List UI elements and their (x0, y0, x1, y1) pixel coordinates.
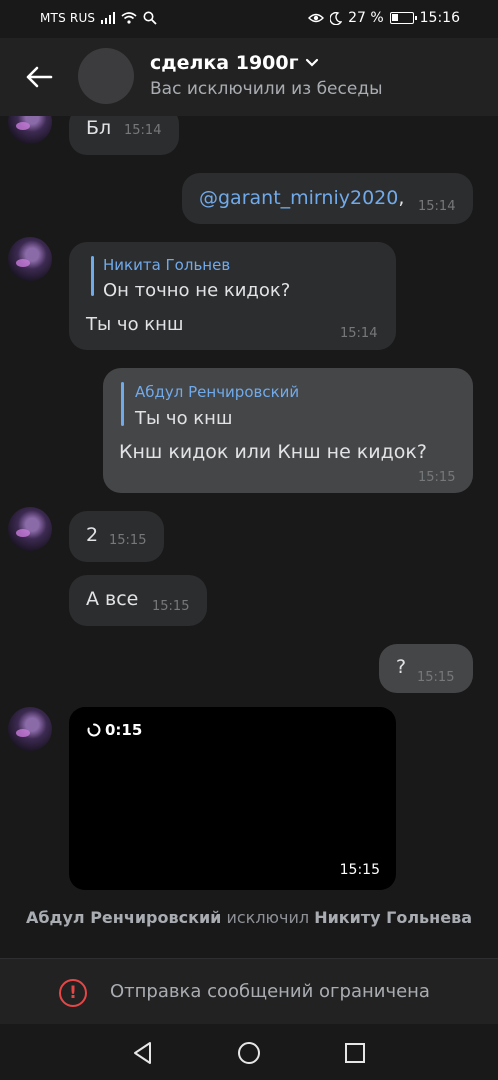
message-bubble[interactable]: Никита Гольнев Он точно не кидок? Ты чо … (69, 242, 396, 350)
avatar[interactable] (8, 507, 52, 551)
message-time: 15:14 (340, 326, 378, 341)
warning-icon: ! (59, 979, 87, 1007)
moon-icon (330, 11, 343, 25)
message-time: 15:15 (152, 599, 190, 614)
message-bubble[interactable]: 2 15:15 (69, 511, 164, 562)
eye-icon (308, 13, 325, 23)
video-time: 15:15 (339, 862, 380, 878)
avatar[interactable] (8, 237, 52, 281)
loading-spinner-icon (87, 723, 101, 737)
chat-subtitle: Вас исключили из беседы (150, 79, 383, 99)
video-duration-text: 0:15 (105, 721, 143, 739)
arrow-left-icon (26, 66, 53, 88)
message-text: Бл (86, 117, 112, 139)
video-duration: 0:15 (87, 721, 142, 739)
video-message[interactable]: 0:15 15:15 (69, 707, 396, 890)
message-text: @garant_mirniy2020, (199, 187, 404, 209)
battery-percent: 27 % (348, 10, 384, 26)
restricted-bar: ! Отправка сообщений ограничена (0, 958, 498, 1024)
system-nav-bar (0, 1024, 498, 1080)
reply-text: Он точно не кидок? (103, 280, 291, 301)
message-text: А все (86, 588, 139, 610)
message-time: 15:15 (417, 670, 455, 685)
message-time: 15:14 (418, 199, 456, 214)
status-bar: MTS RUS 27 % 15:16 (0, 0, 498, 38)
message-text: Ты чо кнш (86, 314, 184, 335)
avatar[interactable] (8, 707, 52, 751)
nav-recents-icon[interactable] (342, 1040, 368, 1066)
service-target[interactable]: Никиту Гольнева (314, 908, 472, 927)
message-text: ? (396, 656, 407, 678)
chat-title-text: сделка 1900г (150, 52, 299, 74)
message-bubble[interactable]: А все 15:15 (69, 575, 207, 626)
nav-back-icon[interactable] (130, 1040, 156, 1066)
service-message: Абдул Ренчировский исключил Никиту Гольн… (0, 908, 498, 927)
reply-bar (91, 256, 94, 296)
message-bubble[interactable]: @garant_mirniy2020, 15:14 (182, 173, 473, 224)
battery-icon (389, 12, 417, 24)
message-bubble[interactable]: ? 15:15 (379, 644, 473, 693)
message-time: 15:15 (109, 533, 147, 548)
signal-icon (101, 12, 116, 24)
carrier-name: MTS RUS (40, 11, 96, 25)
search-icon (143, 11, 157, 25)
message-suffix: , (398, 187, 405, 209)
reply-author[interactable]: Никита Гольнев (103, 256, 230, 274)
message-bubble[interactable]: Абдул Ренчировский Ты чо кнш Кнш кидок и… (103, 368, 473, 493)
reply-text: Ты чо кнш (135, 408, 233, 429)
chat-avatar[interactable] (78, 48, 134, 104)
message-time: 15:15 (418, 470, 456, 485)
message-bubble[interactable]: Бл 15:14 (69, 116, 179, 155)
chevron-down-icon (305, 58, 318, 67)
mention-link[interactable]: @garant_mirniy2020 (199, 187, 398, 209)
service-actor[interactable]: Абдул Ренчировский (26, 908, 221, 927)
nav-home-icon[interactable] (236, 1040, 262, 1066)
message-text: 2 (86, 524, 99, 546)
message-text: Кнш кидок или Кнш не кидок? (119, 441, 427, 463)
chat-header: сделка 1900г Вас исключили из беседы (0, 38, 498, 116)
message-time: 15:14 (124, 123, 162, 138)
message-list[interactable]: Бл 15:14 @garant_mirniy2020, 15:14 Никит… (0, 116, 498, 958)
restricted-text: Отправка сообщений ограничена (110, 981, 430, 1002)
back-button[interactable] (22, 60, 56, 94)
avatar[interactable] (8, 116, 52, 144)
wifi-icon (121, 12, 137, 24)
clock: 15:16 (419, 10, 460, 26)
service-action: исключил (226, 908, 310, 927)
reply-bar (121, 382, 124, 426)
chat-title[interactable]: сделка 1900г (150, 52, 319, 74)
reply-author[interactable]: Абдул Ренчировский (135, 383, 299, 401)
